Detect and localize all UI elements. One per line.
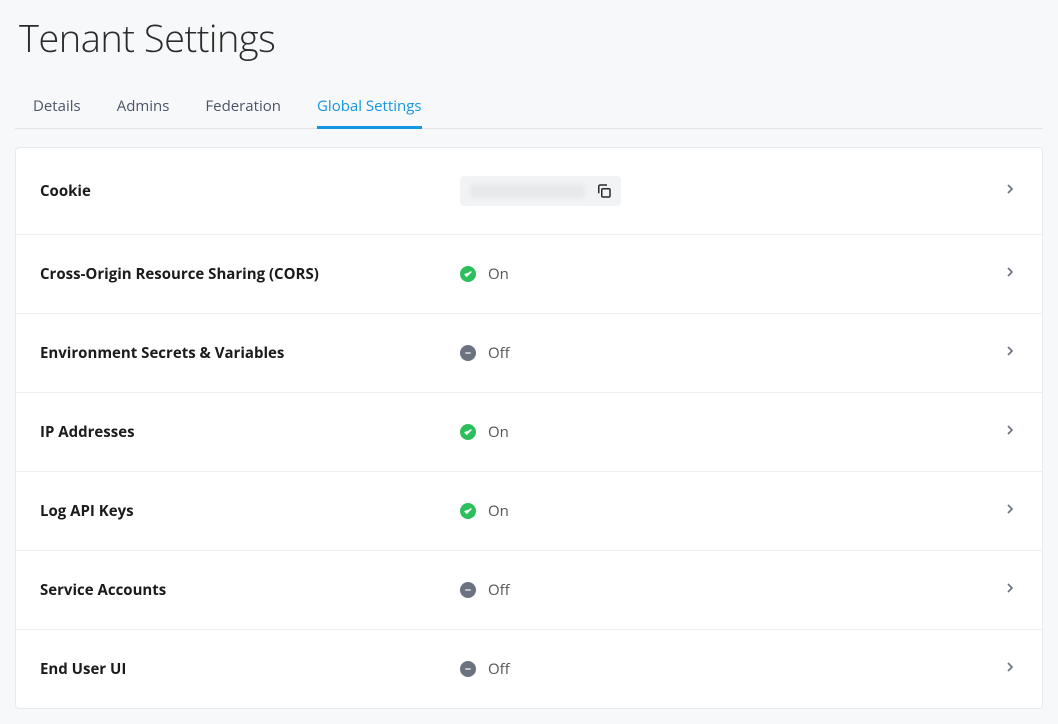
row-label: Service Accounts [40, 580, 460, 600]
check-icon [460, 424, 476, 440]
row-value: Off [460, 343, 1002, 363]
chevron-right-icon [1002, 180, 1018, 202]
chevron-right-icon [1002, 342, 1018, 364]
tab-global-settings[interactable]: Global Settings [317, 88, 422, 129]
page-title: Tenant Settings [19, 12, 1043, 64]
row-value: Off [460, 580, 1002, 600]
row-value: On [460, 422, 1002, 442]
status-text: Off [488, 343, 510, 363]
status-text: Off [488, 659, 510, 679]
minus-icon [460, 345, 476, 361]
row-label: Log API Keys [40, 501, 460, 521]
tab-admins[interactable]: Admins [117, 88, 170, 129]
status-text: On [488, 501, 509, 521]
row-ip-addresses[interactable]: IP Addresses On [16, 393, 1042, 472]
tabs: Details Admins Federation Global Setting… [15, 88, 1043, 129]
row-value [460, 176, 1002, 206]
redacted-text [470, 184, 585, 198]
settings-panel: Cookie Cross-Origin Resource Sharing (C [15, 147, 1043, 709]
row-label: End User UI [40, 659, 460, 679]
cookie-value [460, 176, 621, 206]
chevron-right-icon [1002, 579, 1018, 601]
copy-icon[interactable] [595, 182, 613, 200]
chevron-right-icon [1002, 658, 1018, 680]
status-text: Off [488, 580, 510, 600]
status-text: On [488, 422, 509, 442]
status-text: On [488, 264, 509, 284]
row-log-api-keys[interactable]: Log API Keys On [16, 472, 1042, 551]
row-label: IP Addresses [40, 422, 460, 442]
row-label: Cross-Origin Resource Sharing (CORS) [40, 264, 460, 284]
minus-icon [460, 661, 476, 677]
row-cors[interactable]: Cross-Origin Resource Sharing (CORS) On [16, 235, 1042, 314]
row-end-user-ui[interactable]: End User UI Off [16, 630, 1042, 708]
check-icon [460, 266, 476, 282]
chevron-right-icon [1002, 263, 1018, 285]
row-service-accounts[interactable]: Service Accounts Off [16, 551, 1042, 630]
row-value: On [460, 501, 1002, 521]
row-cookie[interactable]: Cookie [16, 148, 1042, 235]
chevron-right-icon [1002, 500, 1018, 522]
row-value: On [460, 264, 1002, 284]
row-env-secrets[interactable]: Environment Secrets & Variables Off [16, 314, 1042, 393]
row-label: Environment Secrets & Variables [40, 343, 460, 363]
row-label: Cookie [40, 181, 460, 201]
tab-details[interactable]: Details [33, 88, 81, 129]
chevron-right-icon [1002, 421, 1018, 443]
minus-icon [460, 582, 476, 598]
check-icon [460, 503, 476, 519]
row-value: Off [460, 659, 1002, 679]
tab-federation[interactable]: Federation [205, 88, 281, 129]
